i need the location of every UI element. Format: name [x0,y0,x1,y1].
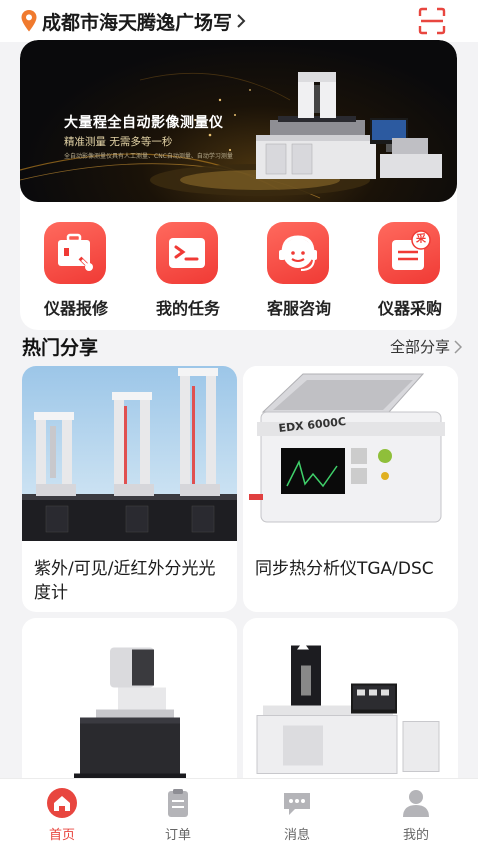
location-text[interactable]: 成都市海天腾逸广场写 [42,8,232,35]
chevron-right-icon [454,339,462,354]
promo-banner[interactable]: 大量程全自动影像测量仪 精准测量 无需多等一秒 全自动影像测量仪具有人工测量、C… [20,40,457,202]
product-card[interactable] [243,618,458,798]
banner-small-text: 全自动影像测量仪具有人工测量、CNC自动测量、自动学习测量 [64,153,233,160]
nav-profile[interactable]: 我的 [376,787,456,845]
purchase-badge: 采 [416,234,426,245]
action-label: 客服咨询 [266,299,331,318]
action-customer-service[interactable]: 客服咨询 [251,222,347,322]
customer-service-icon [267,222,329,284]
action-label: 仪器采购 [377,299,442,318]
action-my-tasks[interactable]: 我的任务 [140,222,236,322]
product-image [22,366,237,541]
banner-title: 大量程全自动影像测量仪 [64,115,224,131]
scan-icon[interactable] [418,7,446,35]
nav-messages[interactable]: 消息 [257,787,337,845]
nav-label: 消息 [283,828,310,843]
chevron-right-icon [237,14,246,28]
nav-home[interactable]: 首页 [22,787,102,845]
bottom-nav: 首页 订单 消息 我的 [0,778,478,850]
product-image: EDX 6000C [243,366,458,541]
nav-label: 我的 [402,828,429,843]
banner-subtitle: 精准测量 无需多等一秒 [64,136,173,148]
product-image [243,625,458,786]
chat-bubble-icon [284,793,310,815]
all-share-link[interactable]: 全部分享 [390,336,462,357]
user-icon [403,790,429,817]
product-title: 紫外/可见/近红外分光光度计 [34,559,216,603]
product-image [22,625,237,786]
nav-orders[interactable]: 订单 [138,787,218,845]
nav-label: 订单 [164,828,191,843]
top-header: 成都市海天腾逸广场写 [0,0,478,42]
top-card: 大量程全自动影像测量仪 精准测量 无需多等一秒 全自动影像测量仪具有人工测量、C… [20,40,457,330]
purchase-bag-icon: 采 [378,222,440,284]
action-purchase[interactable]: 采 仪器采购 [362,222,457,322]
product-card[interactable]: EDX 6000C 同步热分析仪TGA/DSC [243,366,458,612]
product-card[interactable]: 紫外/可见/近红外分光光度计 [22,366,237,612]
task-terminal-icon [156,222,218,284]
action-label: 我的任务 [155,299,220,318]
location-selector[interactable]: 成都市海天腾逸广场写 [20,6,246,36]
nav-label: 首页 [48,828,75,843]
action-repair[interactable]: 仪器报修 [28,222,124,322]
location-pin-icon [21,10,37,32]
action-label: 仪器报修 [43,299,108,318]
all-share-label[interactable]: 全部分享 [390,336,450,357]
product-card[interactable] [22,618,237,798]
clipboard-icon [168,789,188,817]
home-icon [47,788,77,818]
repair-toolbox-icon [44,222,106,284]
product-title: 同步热分析仪TGA/DSC [255,559,434,579]
hot-share-title: 热门分享 [22,337,99,359]
